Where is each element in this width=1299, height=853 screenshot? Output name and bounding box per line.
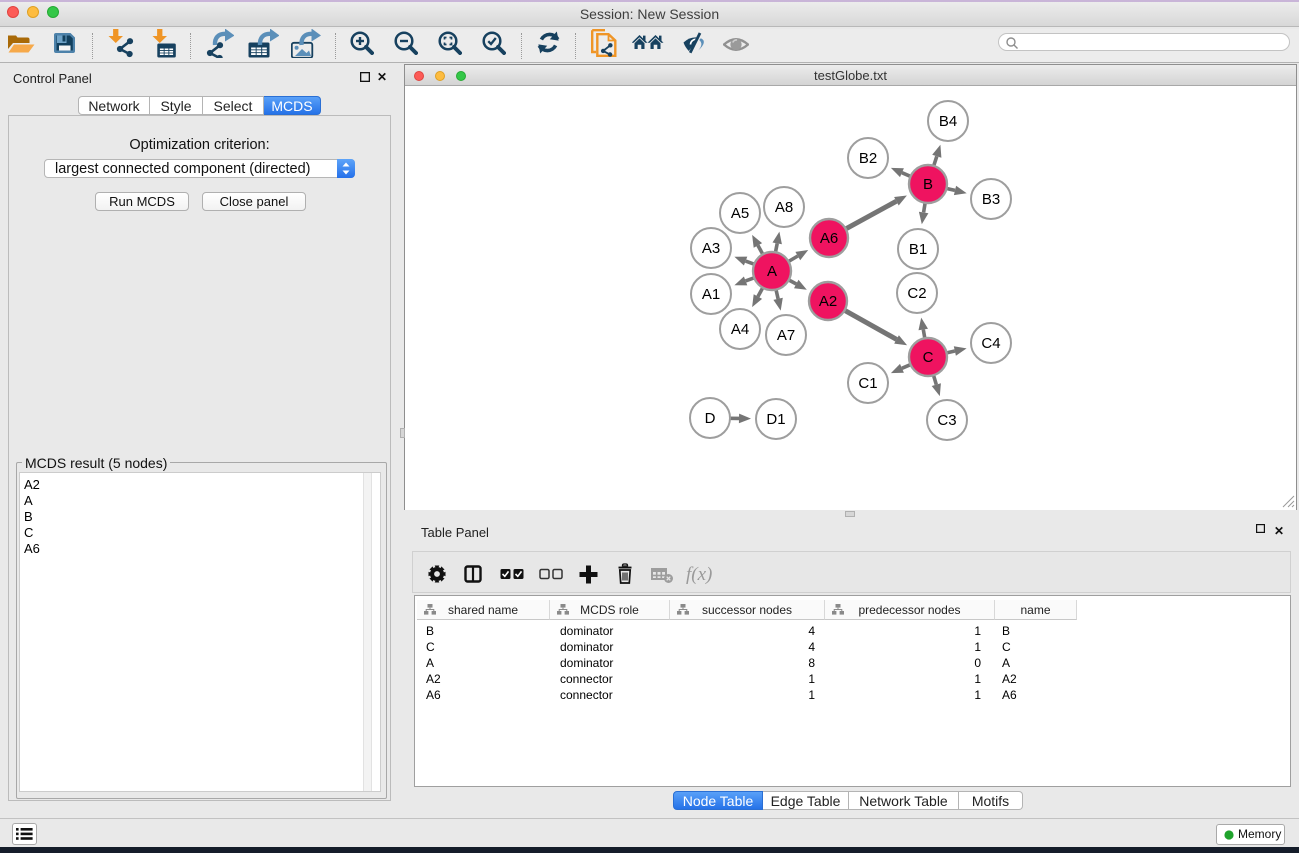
svg-text:A8: A8 xyxy=(775,199,793,216)
svg-text:A2: A2 xyxy=(819,293,837,310)
svg-text:A4: A4 xyxy=(731,321,749,338)
svg-text:D1: D1 xyxy=(766,411,785,428)
svg-text:B1: B1 xyxy=(909,241,927,258)
svg-text:C: C xyxy=(923,349,934,366)
svg-text:A5: A5 xyxy=(731,205,749,222)
svg-text:B3: B3 xyxy=(982,191,1000,208)
svg-text:D: D xyxy=(705,410,716,427)
svg-text:B4: B4 xyxy=(939,113,957,130)
svg-text:A1: A1 xyxy=(702,286,720,303)
svg-text:A3: A3 xyxy=(702,240,720,257)
svg-text:f(x): f(x) xyxy=(686,564,712,585)
svg-text:C4: C4 xyxy=(981,335,1000,352)
svg-text:A7: A7 xyxy=(777,327,795,344)
svg-text:B: B xyxy=(923,176,933,193)
svg-text:B2: B2 xyxy=(859,150,877,167)
svg-text:A6: A6 xyxy=(820,230,838,247)
svg-text:C2: C2 xyxy=(907,285,926,302)
svg-text:C3: C3 xyxy=(937,412,956,429)
svg-text:C1: C1 xyxy=(858,375,877,392)
svg-text:A: A xyxy=(767,263,777,280)
